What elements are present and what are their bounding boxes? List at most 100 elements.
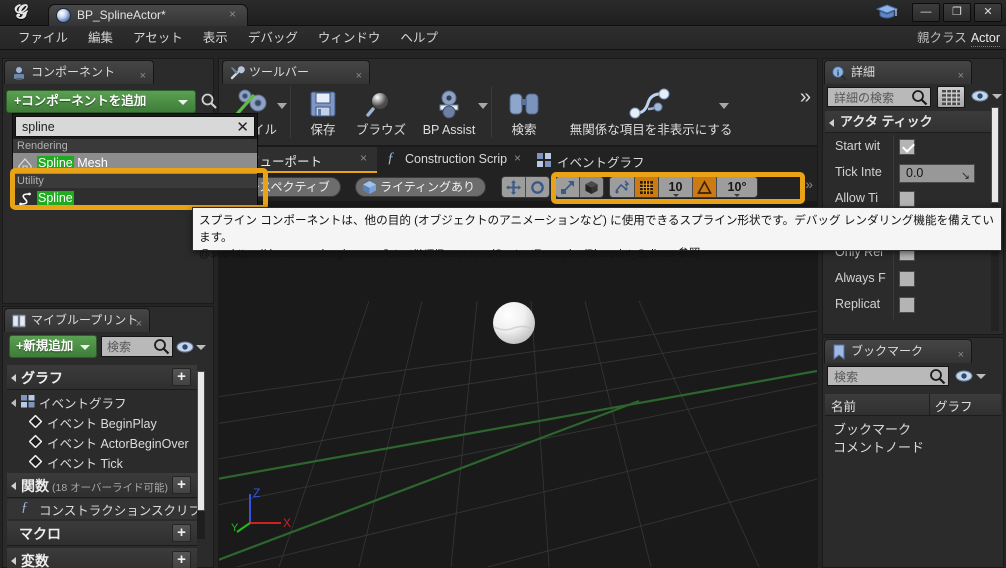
tab-construction-script[interactable]: ƒ Construction Scrip × [377,147,529,173]
chevron-down-icon[interactable] [992,94,1002,99]
menu-edit[interactable]: 編集 [78,26,123,50]
myblueprint-item-event-graph[interactable]: イベントグラフ [7,392,197,412]
menu-file[interactable]: ファイル [8,26,78,50]
chevron-down-icon[interactable] [976,374,986,379]
details-checkbox-start-with-tick[interactable] [899,139,915,155]
close-icon[interactable]: × [514,151,521,165]
eye-icon[interactable] [971,89,989,103]
angle-snap-value[interactable]: 10° [717,177,757,197]
add-macro-button[interactable]: + [172,524,191,542]
toolbar-item-save[interactable]: 保存 [296,83,350,141]
bookmarks-list-item[interactable]: コメントノード [833,437,924,456]
eye-icon[interactable] [955,369,973,383]
toolbar-label-hide-unrelated: 無関係な項目を非表示にする [569,123,733,137]
toolbar-item-bp-assist[interactable]: BP Assist [412,83,489,141]
move-tool-button[interactable] [502,177,526,197]
myblueprint-section-variables[interactable]: 変数 + [7,548,197,568]
search-result-spline[interactable]: Spline [13,188,257,209]
maximize-button[interactable]: ❐ [943,3,971,22]
details-category-label: アクタ ティック [840,114,933,129]
myblueprint-item-event-actorbeginoverlap[interactable]: イベント ActorBeginOver [7,432,197,452]
component-search-input[interactable]: spline ✕ [15,116,255,137]
close-icon[interactable]: × [140,65,146,87]
angle-snap-toggle[interactable] [693,177,717,197]
myblueprint-item-event-beginplay[interactable]: イベント BeginPlay [7,412,197,432]
grid-snap-value[interactable]: 10 [659,177,693,197]
tab-event-graph[interactable]: イベントグラフ [529,147,659,173]
graduation-cap-icon[interactable] [876,3,898,21]
tab-my-blueprint[interactable]: マイブループリント × [4,308,150,332]
details-number-tick-interval[interactable]: 0.0 ↘ [899,164,975,183]
grid-snap-toggle[interactable] [635,177,659,197]
details-checkbox-allow-tick[interactable] [899,191,915,207]
menu-asset[interactable]: アセット [123,26,193,50]
details-row-replicates: Replicat [825,293,995,319]
add-variable-button[interactable]: + [172,551,191,568]
expander-triangle-icon [11,374,16,382]
menu-debug[interactable]: デバッグ [238,26,308,50]
close-icon[interactable]: × [136,313,142,335]
close-icon[interactable]: × [356,65,362,87]
rotate-tool-button[interactable] [526,177,549,197]
search-result-spline-mesh[interactable]: Spline Mesh [13,153,257,174]
details-checkbox-replicates[interactable] [899,297,915,313]
toolbar-item-browse[interactable]: ブラウズ [350,83,412,141]
bookmarks-list-item[interactable]: ブックマーク [833,419,911,438]
close-button[interactable]: ✕ [974,3,1002,22]
details-row-label: Start wit [835,139,881,153]
add-component-button[interactable]: +コンポーネントを追加 [6,90,196,113]
chevron-down-icon[interactable] [277,103,287,109]
toolbar-item-hide-unrelated[interactable]: 無関係な項目を非表示にする [551,83,751,141]
add-graph-button[interactable]: + [172,368,191,386]
viewport-lighting-mode-button[interactable]: ライティングあり [355,177,487,197]
myblueprint-add-new-button[interactable]: +新規追加 [9,335,97,358]
tab-components[interactable]: コンポーネント × [4,60,154,84]
menu-view[interactable]: 表示 [193,26,238,50]
parent-class-value[interactable]: Actor [970,31,1000,47]
toolbar-overflow-button[interactable]: » [800,87,811,107]
toolbar-item-search[interactable]: 検索 [497,83,551,141]
bookmarks-column-name[interactable]: 名前 [831,396,856,415]
unreal-blueprint-editor: 𝓖 BP_SplineActor* × — ❐ ✕ ファイル 編集 アセット 表… [0,0,1006,568]
myblueprint-item-label: イベント Tick [47,457,123,471]
minimize-button[interactable]: — [912,3,940,22]
viewport-toolbar-overflow[interactable]: » [805,176,813,192]
search-icon[interactable] [200,92,218,110]
myblueprint-item-event-tick[interactable]: イベント Tick [7,452,197,472]
myblueprint-section-macros[interactable]: マクロ + [7,521,197,546]
myblueprint-item-construction-script[interactable]: ƒ コンストラクションスクリプ [7,499,201,519]
close-icon[interactable]: × [958,344,964,366]
chevron-down-icon[interactable] [196,345,206,350]
add-function-button[interactable]: + [172,476,191,494]
bookmarks-column-graph[interactable]: グラフ [935,396,973,415]
myblueprint-scrollbar-thumb[interactable] [197,371,205,511]
myblueprint-section-functions[interactable]: 関数 (18 オーバーライド可能) + [7,473,197,498]
details-checkbox-always-relevant[interactable] [899,271,915,287]
world-local-toggle-button[interactable] [580,177,603,197]
details-category-actor-tick[interactable]: アクタ ティック [825,111,995,133]
tab-bookmarks[interactable]: ブックマーク × [824,339,972,363]
tab-details[interactable]: i 詳細 × [824,60,972,84]
myblueprint-section-graphs[interactable]: グラフ + [7,365,197,390]
search-icon[interactable] [929,368,946,385]
search-icon[interactable] [911,89,928,106]
eye-icon[interactable] [176,340,194,354]
close-icon[interactable]: × [360,151,367,165]
close-icon[interactable]: × [958,65,964,87]
close-icon[interactable]: × [226,8,239,21]
reset-arrow-icon[interactable]: ↘ [961,168,970,185]
tab-toolbar[interactable]: ツールバー × [222,60,370,84]
menu-window[interactable]: ウィンドウ [308,26,391,50]
details-grid-view-button[interactable] [937,86,965,108]
search-icon[interactable] [153,338,170,355]
document-tab-bp-splineactor[interactable]: BP_SplineActor* × [48,4,248,26]
scale-tool-button[interactable] [556,177,580,197]
surface-snap-button[interactable] [610,177,635,197]
viewport-lighting-mode-label: ライティングあり [380,180,476,194]
details-scrollbar-thumb[interactable] [991,107,999,203]
clear-icon[interactable]: ✕ [236,118,249,137]
chevron-down-icon[interactable] [478,103,489,109]
chevron-down-icon[interactable] [719,103,730,109]
expander-triangle-icon[interactable] [11,399,16,407]
menu-help[interactable]: ヘルプ [390,26,448,50]
